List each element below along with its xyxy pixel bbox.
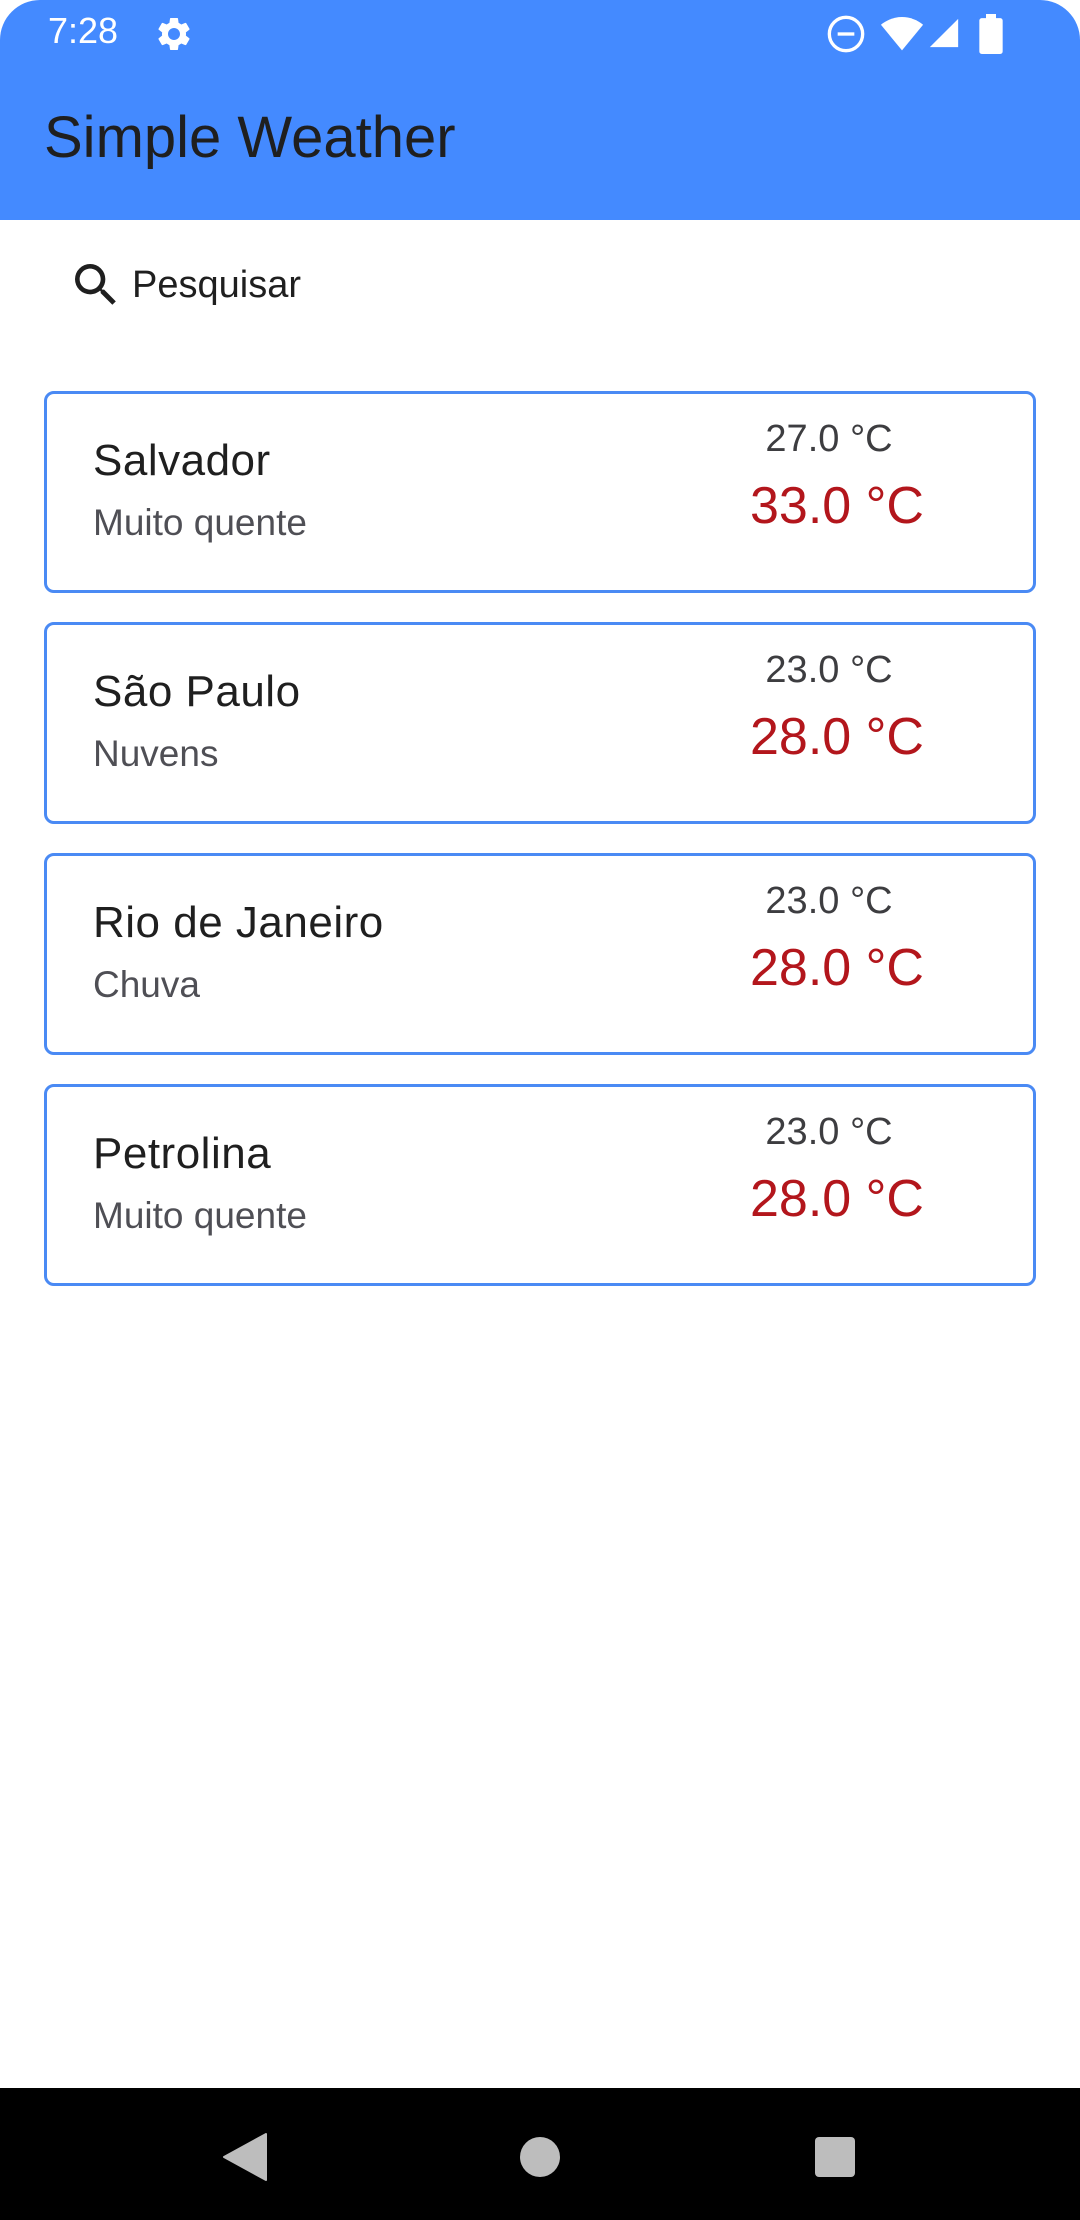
temp-min: 23.0 °C [765, 1111, 893, 1153]
settings-icon [158, 17, 190, 50]
temp-min: 23.0 °C [765, 880, 893, 922]
battery-icon [979, 14, 1003, 54]
search-button[interactable]: Pesquisar [68, 252, 468, 318]
screen: 7:28 Simple Weather Pesquisar Salvador M… [0, 0, 1080, 2220]
city-name: Salvador [93, 436, 271, 485]
signal-icon [929, 18, 959, 48]
city-description: Muito quente [93, 1195, 307, 1236]
city-card-petrolina[interactable]: Petrolina Muito quente 23.0 °C 28.0 °C [44, 1084, 1036, 1286]
city-card-salvador[interactable]: Salvador Muito quente 27.0 °C 33.0 °C [44, 391, 1036, 593]
city-description: Chuva [93, 964, 200, 1005]
temp-min: 27.0 °C [765, 418, 893, 460]
temp-max: 33.0 °C [749, 477, 924, 535]
city-description: Muito quente [93, 502, 307, 543]
city-name: Rio de Janeiro [93, 898, 384, 947]
navigation-bar [0, 2088, 1080, 2220]
header: 7:28 Simple Weather [0, 0, 1080, 220]
temp-min: 23.0 °C [765, 649, 893, 691]
do-not-disturb-icon [827, 15, 865, 53]
city-card-rio-de-janeiro[interactable]: Rio de Janeiro Chuva 23.0 °C 28.0 °C [44, 853, 1036, 1055]
city-description: Nuvens [93, 733, 219, 774]
city-name: Petrolina [93, 1129, 272, 1178]
status-time: 7:28 [48, 10, 119, 51]
app-bar: Simple Weather [0, 66, 1080, 220]
app-title: Simple Weather [44, 105, 456, 170]
city-name: São Paulo [93, 667, 301, 716]
temp-max: 28.0 °C [749, 1170, 924, 1228]
wifi-icon [880, 17, 924, 51]
temp-max: 28.0 °C [749, 939, 924, 997]
temp-max: 28.0 °C [749, 708, 924, 766]
search-icon [75, 264, 116, 305]
city-card-sao-paulo[interactable]: São Paulo Nuvens 23.0 °C 28.0 °C [44, 622, 1036, 824]
home-icon[interactable] [519, 2136, 561, 2178]
search-label: Pesquisar [132, 263, 301, 306]
back-icon[interactable] [222, 2132, 268, 2182]
recents-icon[interactable] [814, 2136, 856, 2178]
status-bar: 7:28 [0, 0, 1080, 66]
